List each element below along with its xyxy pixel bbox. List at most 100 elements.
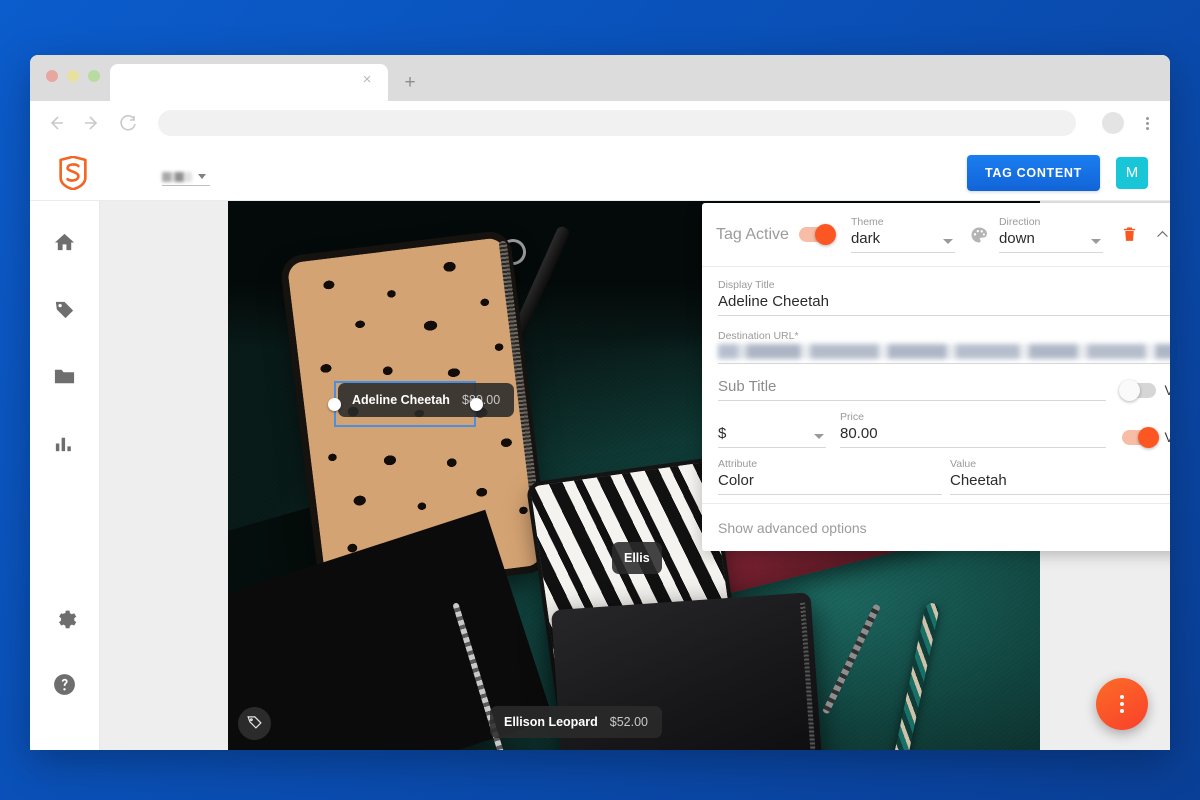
app-body: Ellis Ellison Leopard $52.00 Adeline Che… bbox=[30, 201, 1170, 750]
canvas-area: Ellis Ellison Leopard $52.00 Adeline Che… bbox=[100, 201, 1170, 750]
close-tab-icon[interactable]: × bbox=[360, 72, 374, 87]
display-title-value: Adeline Cheetah bbox=[718, 293, 1170, 316]
browser-tab[interactable]: × bbox=[110, 64, 388, 101]
sub-title-visible-toggle[interactable] bbox=[1119, 380, 1157, 401]
destination-url-value bbox=[718, 344, 1170, 359]
chevron-down-icon bbox=[198, 173, 206, 179]
browser-window: × + TAG CONTENT M Ellis Ellison Leopard … bbox=[30, 55, 1170, 750]
sub-title-field[interactable]: Sub Title bbox=[718, 378, 1107, 401]
browser-profile-avatar[interactable] bbox=[1102, 112, 1124, 134]
gear-icon bbox=[53, 605, 77, 629]
reload-icon[interactable] bbox=[118, 113, 138, 133]
image-tag-price: $52.00 bbox=[609, 715, 648, 729]
user-avatar[interactable]: M bbox=[1116, 156, 1148, 189]
price-visible-label: Visible bbox=[1164, 430, 1170, 445]
sub-title-visible-control[interactable]: Visible bbox=[1119, 380, 1170, 401]
chevron-down-icon bbox=[814, 434, 824, 439]
app-root: TAG CONTENT M Ellis Ellison Leopard $52.… bbox=[30, 145, 1170, 750]
trash-icon[interactable] bbox=[1121, 226, 1138, 243]
back-arrow-icon[interactable] bbox=[46, 113, 66, 133]
edit-tags-button[interactable] bbox=[238, 707, 271, 740]
forward-arrow-icon[interactable] bbox=[82, 113, 102, 133]
palette-icon[interactable] bbox=[969, 225, 989, 245]
sub-title-row: Sub Title Visible bbox=[718, 378, 1170, 401]
tag-active-label: Tag Active bbox=[716, 225, 789, 243]
help-circle-icon bbox=[52, 672, 77, 697]
currency-value: $ bbox=[718, 425, 826, 448]
price-field[interactable]: Price 80.00 bbox=[840, 411, 1107, 448]
close-window-button[interactable] bbox=[46, 70, 58, 82]
image-tag-ellis[interactable]: Ellis bbox=[612, 542, 662, 574]
app-header: TAG CONTENT M bbox=[30, 145, 1170, 201]
address-bar[interactable] bbox=[158, 110, 1076, 136]
value-label: Value bbox=[950, 458, 977, 470]
sidebar-item-analytics[interactable] bbox=[42, 420, 88, 466]
account-selector-value bbox=[162, 171, 192, 182]
price-visible-control[interactable]: Visible bbox=[1122, 427, 1170, 448]
new-tab-icon[interactable]: + bbox=[402, 73, 418, 92]
chevron-down-icon bbox=[942, 239, 953, 244]
display-title-label: Display Title bbox=[718, 279, 775, 291]
theme-value: dark bbox=[850, 230, 955, 253]
tag-resize-handle-right[interactable] bbox=[470, 398, 483, 411]
browser-menu-icon[interactable] bbox=[1140, 116, 1154, 130]
value-value: Cheetah bbox=[950, 472, 1170, 495]
maximize-window-button[interactable] bbox=[88, 70, 100, 82]
sidebar-item-settings[interactable] bbox=[42, 594, 88, 640]
bar-chart-icon bbox=[53, 432, 76, 455]
tag-content-button[interactable]: TAG CONTENT bbox=[966, 154, 1100, 191]
attribute-row: Attribute Color Value Cheetah + bbox=[718, 458, 1170, 495]
sub-title-visible-label: Visible bbox=[1164, 383, 1170, 398]
sidebar-item-home[interactable] bbox=[42, 219, 88, 265]
tag-resize-handle-left[interactable] bbox=[328, 398, 341, 411]
image-tag-adeline-cheetah[interactable]: Adeline Cheetah $80.00 bbox=[338, 383, 515, 417]
sub-title-label: Sub Title bbox=[718, 378, 1107, 401]
price-label: Price bbox=[840, 411, 864, 423]
theme-select[interactable]: Theme dark bbox=[850, 216, 955, 253]
direction-value: down bbox=[998, 230, 1103, 253]
destination-url-field[interactable]: Destination URL* bbox=[718, 330, 1170, 364]
window-traffic-lights bbox=[46, 70, 100, 82]
chevron-up-icon[interactable] bbox=[1154, 226, 1170, 243]
home-icon bbox=[53, 231, 76, 254]
browser-tabbar: × + bbox=[30, 55, 1170, 101]
sidebar-item-tags[interactable] bbox=[42, 286, 88, 332]
minimize-window-button[interactable] bbox=[67, 70, 79, 82]
image-tag-title: Ellison Leopard bbox=[504, 715, 598, 729]
tag-edit-panel: Tag Active Theme dark Direction down Dis… bbox=[702, 203, 1170, 551]
price-row: $ Price 80.00 Visible bbox=[718, 411, 1170, 448]
tag-icon bbox=[53, 298, 76, 321]
tag-edit-panel-header: Tag Active Theme dark Direction down bbox=[702, 203, 1170, 267]
browser-toolbar bbox=[30, 101, 1170, 145]
tag-active-toggle[interactable] bbox=[798, 224, 836, 245]
tag-outline-icon bbox=[246, 713, 263, 735]
attribute-field[interactable]: Attribute Color bbox=[718, 458, 942, 495]
more-vertical-icon bbox=[1120, 695, 1124, 713]
image-tag-title: Adeline Cheetah bbox=[352, 393, 450, 407]
attribute-value: Color bbox=[718, 472, 942, 495]
chevron-down-icon bbox=[1090, 239, 1101, 244]
show-advanced-options-label: Show advanced options bbox=[718, 519, 867, 536]
price-visible-toggle[interactable] bbox=[1122, 427, 1160, 448]
direction-label: Direction bbox=[998, 216, 1041, 228]
direction-select[interactable]: Direction down bbox=[998, 216, 1103, 253]
sidebar-item-help[interactable] bbox=[42, 661, 88, 707]
display-title-field[interactable]: Display Title Adeline Cheetah bbox=[718, 279, 1170, 316]
panel-header-actions bbox=[1121, 226, 1170, 243]
theme-label: Theme bbox=[850, 216, 884, 228]
show-advanced-options-row[interactable]: Show advanced options bbox=[702, 503, 1170, 551]
image-tag-ellison-leopard[interactable]: Ellison Leopard $52.00 bbox=[490, 706, 662, 738]
image-tag-title: Ellis bbox=[624, 551, 650, 565]
account-selector[interactable] bbox=[162, 160, 210, 186]
snapppt-logo-icon[interactable] bbox=[56, 154, 90, 191]
tag-edit-panel-body: Display Title Adeline Cheetah Destinatio… bbox=[702, 267, 1170, 503]
value-field[interactable]: Value Cheetah bbox=[950, 458, 1170, 495]
folder-icon bbox=[53, 365, 76, 388]
sidebar bbox=[30, 201, 100, 750]
destination-url-label: Destination URL* bbox=[718, 330, 799, 342]
attribute-label: Attribute bbox=[718, 458, 758, 470]
price-value: 80.00 bbox=[840, 425, 1107, 448]
currency-select[interactable]: $ bbox=[718, 425, 826, 448]
more-actions-fab[interactable] bbox=[1096, 678, 1148, 730]
sidebar-item-folders[interactable] bbox=[42, 353, 88, 399]
